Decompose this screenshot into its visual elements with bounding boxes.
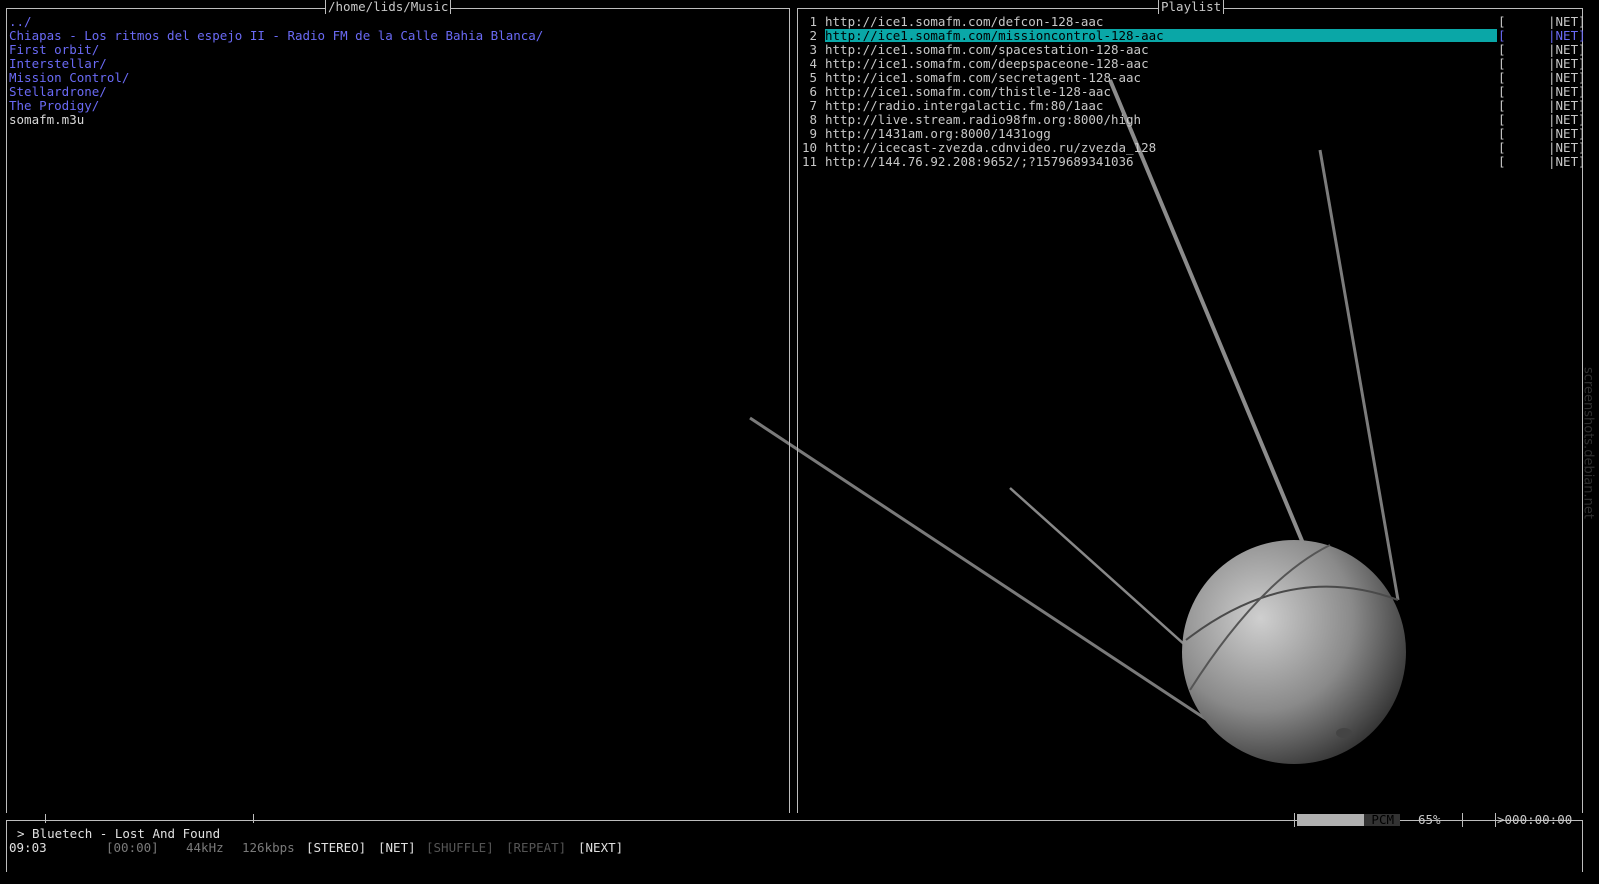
volume-bar-fill <box>1297 814 1364 826</box>
playlist-item-number: 1 <box>809 14 817 29</box>
volume-bar[interactable]: PCM <box>1297 812 1400 827</box>
playlist-item-number: 9 <box>809 126 817 141</box>
playlist-item-number: 10 <box>801 140 817 155</box>
playlist-item-type: |NET] <box>1548 14 1586 29</box>
browser-item-first-orbit[interactable]: First orbit/ <box>9 43 99 57</box>
playlist-item-url: http://1431am.org:8000/1431ogg <box>825 126 1051 141</box>
playlist-item-url: http://live.stream.radio98fm.org:8000/hi… <box>825 112 1142 127</box>
playlist-item-type: |NET] <box>1548 56 1586 71</box>
playlist-item-url: http://ice1.somafm.com/missioncontrol-12… <box>825 28 1164 43</box>
now-playing: > Bluetech - Lost And Found <box>17 826 221 841</box>
playlist-item-url: http://ice1.somafm.com/defcon-128-aac <box>825 14 1104 29</box>
playlist-item-type: |NET] <box>1548 112 1586 127</box>
sample-rate: 44kHz <box>186 840 224 855</box>
playlist-item-bracket: [ <box>1498 112 1506 127</box>
playlist-item-bracket: [ <box>1498 70 1506 85</box>
volume-percent: 65% <box>1418 812 1441 827</box>
playlist-item-bracket: [ <box>1498 28 1506 43</box>
playlist-item-type: |NET] <box>1548 154 1586 169</box>
elapsed-time: 09:03 <box>9 840 47 855</box>
playlist-item-number: 5 <box>809 70 817 85</box>
playlist-item-url: http://radio.intergalactic.fm:80/1aac <box>825 98 1104 113</box>
browser-item-the-prodigy[interactable]: The Prodigy/ <box>9 99 99 113</box>
browser-item-chiapas[interactable]: Chiapas - Los ritmos del espejo II - Rad… <box>9 29 543 43</box>
browser-item-somafm-m3u[interactable]: somafm.m3u <box>9 113 84 127</box>
browser-item-mission-control[interactable]: Mission Control/ <box>9 71 129 85</box>
playlist-item-url: http://ice1.somafm.com/deepspaceone-128-… <box>825 56 1149 71</box>
browser-item-parent[interactable]: ../ <box>9 15 32 29</box>
playlist-item-number: 8 <box>809 112 817 127</box>
net-indicator[interactable]: [NET] <box>378 841 416 855</box>
playlist-item-type: |NET] <box>1548 42 1586 57</box>
playlist-item-number: 6 <box>809 84 817 99</box>
playlist-item-bracket: [ <box>1498 84 1506 99</box>
shuffle-toggle[interactable]: [SHUFFLE] <box>426 841 494 855</box>
playlist-item-url: http://ice1.somafm.com/thistle-128-aac <box>825 84 1111 99</box>
playlist-item-number: 7 <box>809 98 817 113</box>
playlist-item-url: http://144.76.92.208:9652/;?157968934103… <box>825 154 1134 169</box>
playlist-title: Playlist <box>1158 0 1225 14</box>
playlist-item-bracket: [ <box>1498 42 1506 57</box>
watermark: screenshots.debian.net <box>1580 367 1596 519</box>
playlist-item-number: 4 <box>809 56 817 71</box>
next-toggle[interactable]: [NEXT] <box>578 841 623 855</box>
bitrate: 126kbps <box>242 840 295 855</box>
playlist-item-type: |NET] <box>1548 98 1586 113</box>
playlist-item-type: |NET] <box>1548 126 1586 141</box>
playlist-item-url: http://ice1.somafm.com/spacestation-128-… <box>825 42 1149 57</box>
playlist-item-url: http://ice1.somafm.com/secretagent-128-a… <box>825 70 1142 85</box>
playlist-item-url: http://icecast-zvezda.cdnvideo.ru/zvezda… <box>825 140 1157 155</box>
playlist-item-number: 11 <box>801 154 817 169</box>
stereo-indicator[interactable]: [STEREO] <box>306 841 366 855</box>
playlist-item-number: 2 <box>809 28 817 43</box>
playlist-item-bracket: [ <box>1498 126 1506 141</box>
track-time: [00:00] <box>106 840 159 855</box>
total-time: >000:00:00 <box>1497 812 1573 827</box>
playlist-item-type: |NET] <box>1548 28 1586 43</box>
repeat-toggle[interactable]: [REPEAT] <box>506 841 566 855</box>
playlist-item-type: |NET] <box>1548 70 1586 85</box>
playlist-item-number: 3 <box>809 42 817 57</box>
playlist-item-bracket: [ <box>1498 140 1506 155</box>
playlist-item-bracket: [ <box>1498 98 1506 113</box>
browser-item-stellardrone[interactable]: Stellardrone/ <box>9 85 107 99</box>
playlist-item-type: |NET] <box>1548 140 1586 155</box>
playlist-item-bracket: [ <box>1498 154 1506 169</box>
mixer-label: PCM <box>1371 812 1394 827</box>
browser-title: /home/lids/Music <box>325 0 452 14</box>
playlist-item-bracket: [ <box>1498 56 1506 71</box>
playlist-item-bracket: [ <box>1498 14 1506 29</box>
playlist-item-type: |NET] <box>1548 84 1586 99</box>
browser-item-interstellar[interactable]: Interstellar/ <box>9 57 107 71</box>
